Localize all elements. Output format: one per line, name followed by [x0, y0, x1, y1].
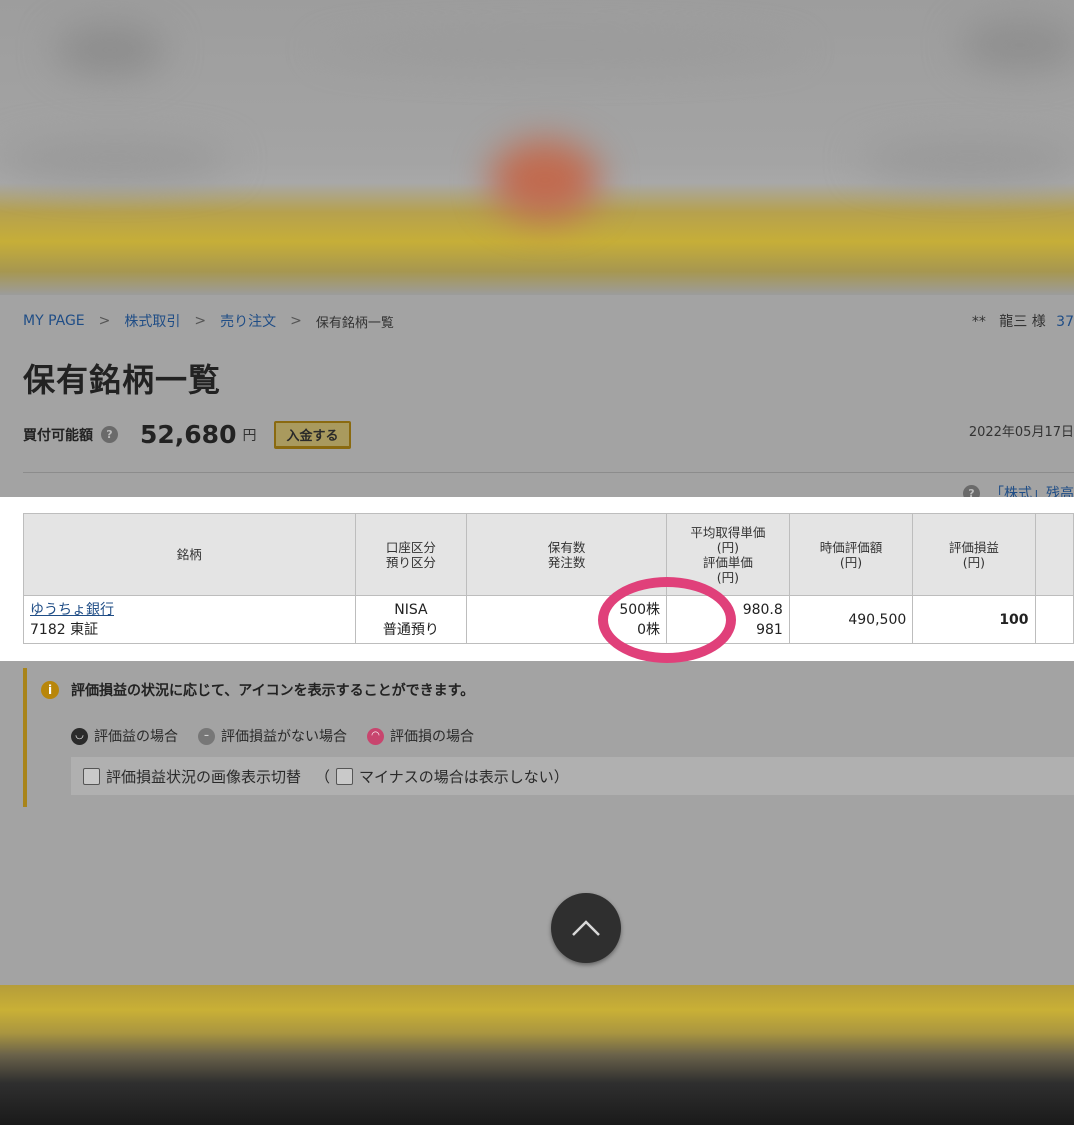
pl-icon-legend: ◡ 評価益の場合 – 評価損益がない場合 ◠ 評価損の場合 [71, 726, 494, 746]
smile-face-icon: ◡ [71, 727, 88, 745]
page-title: 保有銘柄一覧 [23, 361, 222, 399]
breadcrumb-separator: > [194, 313, 207, 329]
image-display-toggle-label[interactable]: 評価損益状況の画像表示切替 [106, 766, 301, 787]
cell-market-value: 490,500 [788, 595, 914, 644]
blurred-site-header [0, 0, 1074, 295]
blurred-site-footer [0, 985, 1074, 1125]
neutral-face-icon: – [198, 727, 215, 745]
col-header-market-value: 時価評価額 (円) [788, 513, 914, 596]
user-amount[interactable]: 37 [1056, 314, 1074, 330]
breadcrumb-separator: > [290, 313, 302, 329]
info-title: i 評価損益の状況に応じて、アイコンを表示することができます。 [41, 680, 474, 700]
holdings-table: 銘柄 口座区分 預り区分 保有数 発注数 平均取得単価 (円) 評価単価 (円) 時価評… [23, 513, 1074, 644]
buying-power-label: 買付可能額 [23, 427, 93, 444]
help-icon[interactable]: ? [101, 426, 118, 443]
icon-toggle-row: 評価損益状況の画像表示切替 （ マイナスの場合は表示しない） [71, 757, 1074, 795]
col-header-avg-price: 平均取得単価 (円) 評価単価 (円) [666, 513, 790, 596]
table-row: ゆうちょ銀行 7182 東証 NISA 普通預り 500株 0株 980.8 981… [23, 595, 1074, 644]
buying-power: 買付可能額 ? 52,680 円 入金する [23, 420, 351, 449]
buying-power-amount: 52,680 [140, 420, 237, 449]
legend-loss: ◠ 評価損の場合 [367, 726, 474, 746]
breadcrumb: MY PAGE > 株式取引 > 売り注文 > 保有銘柄一覧 [23, 311, 394, 331]
breadcrumb-sell-order[interactable]: 売り注文 [220, 311, 276, 331]
buying-power-unit: 円 [242, 427, 257, 444]
table-header-row: 銘柄 口座区分 預り区分 保有数 発注数 平均取得単価 (円) 評価単価 (円) 時価評… [23, 513, 1074, 596]
col-header-profit-loss: 評価損益 (円) [912, 513, 1036, 596]
user-prefix: ** [971, 314, 986, 330]
legend-profit: ◡ 評価益の場合 [71, 726, 178, 746]
image-display-toggle-checkbox[interactable] [83, 767, 100, 785]
info-icon: i [41, 681, 59, 699]
user-info: ** 龍三 様 37 [972, 311, 1074, 331]
col-header-extra [1034, 513, 1074, 596]
cell-profit-loss: 100 [912, 595, 1036, 644]
hide-minus-checkbox[interactable] [336, 767, 354, 785]
ordered-quantity: 0株 [637, 621, 661, 638]
cell-account: NISA 普通預り [354, 595, 468, 644]
user-name: 龍三 様 [999, 314, 1046, 330]
cell-quantity: 500株 0株 [466, 595, 668, 644]
col-header-quantity: 保有数 発注数 [466, 513, 668, 596]
col-header-name: 銘柄 [23, 513, 356, 596]
hide-minus-label[interactable]: マイナスの場合は表示しない） [359, 766, 569, 787]
divider [23, 472, 1074, 473]
col-header-account: 口座区分 預り区分 [354, 513, 468, 596]
paren-open: （ [315, 767, 331, 786]
holding-quantity: 500株 [619, 601, 661, 618]
pl-icon-info-box: i 評価損益の状況に応じて、アイコンを表示することができます。 ◡ 評価益の場合… [23, 668, 1074, 807]
cell-avg-price: 980.8 981 [666, 595, 790, 644]
cell-stock-name: ゆうちょ銀行 7182 東証 [23, 595, 356, 644]
breadcrumb-stock-trading[interactable]: 株式取引 [124, 311, 180, 331]
sad-face-icon: ◠ [367, 727, 384, 745]
breadcrumb-current: 保有銘柄一覧 [315, 315, 394, 331]
breadcrumb-mypage[interactable]: MY PAGE [23, 313, 85, 329]
scroll-to-top-button[interactable] [551, 893, 621, 963]
date-label: 2022年05月17日 [968, 425, 1074, 440]
holdings-table-section: 銘柄 口座区分 預り区分 保有数 発注数 平均取得単価 (円) 評価単価 (円) 時価評… [0, 497, 1074, 661]
stock-name-link[interactable]: ゆうちょ銀行 [30, 602, 114, 618]
deposit-button[interactable]: 入金する [274, 421, 351, 448]
chevron-up-icon [572, 920, 600, 936]
cell-extra [1034, 595, 1074, 644]
breadcrumb-separator: > [98, 313, 111, 329]
legend-neutral: – 評価損益がない場合 [198, 726, 347, 746]
stock-code-market: 7182 東証 [30, 621, 99, 638]
